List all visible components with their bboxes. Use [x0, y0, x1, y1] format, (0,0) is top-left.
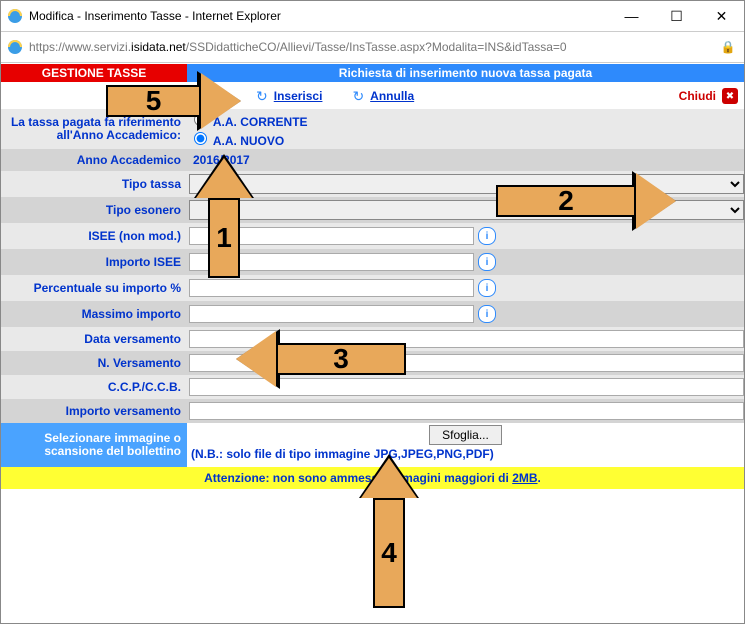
label-n-vers: N. Versamento [1, 356, 187, 370]
info-icon[interactable]: i [478, 227, 496, 245]
window-title: Modifica - Inserimento Tasse - Internet … [29, 9, 609, 23]
label-selezionare: Selezionare immagine o scansione del bol… [1, 423, 187, 467]
header-blue: Richiesta di inserimento nuova tassa pag… [187, 64, 744, 82]
ie-logo-icon [7, 8, 23, 24]
input-importo-isee[interactable] [189, 253, 474, 271]
label-tipo-tassa: Tipo tassa [1, 177, 187, 191]
lock-icon: 🔒 [718, 40, 738, 54]
warning-link[interactable]: 2MB [512, 471, 537, 485]
input-percentuale[interactable] [189, 279, 474, 297]
label-importo-isee: Importo ISEE [1, 255, 187, 269]
insert-icon: ↻ [256, 88, 268, 105]
input-ccp[interactable] [189, 378, 744, 396]
input-n-versamento[interactable] [189, 354, 744, 372]
info-icon[interactable]: i [478, 305, 496, 323]
label-tipo-esonero: Tipo esonero [1, 203, 187, 217]
url-text[interactable]: https://www.servizi.isidata.net/SSDidatt… [29, 40, 718, 54]
maximize-button[interactable]: ☐ [654, 2, 699, 30]
top-links: ↻ Inserisci ↻ Annulla Chiudi ✖ [1, 83, 744, 109]
input-data-versamento[interactable] [189, 330, 744, 348]
label-importo-vers: Importo versamento [1, 404, 187, 418]
label-percentuale: Percentuale su importo % [1, 281, 187, 295]
label-aa-ref: La tassa pagata fa riferimento all'Anno … [1, 116, 187, 142]
select-tipo-tassa[interactable] [189, 174, 744, 194]
warning-bar: Attenzione: non sono ammesse immagini ma… [1, 467, 744, 489]
inserisci-link[interactable]: Inserisci [274, 89, 323, 103]
cancel-icon: ↻ [352, 88, 364, 105]
info-icon[interactable]: i [478, 279, 496, 297]
label-massimo: Massimo importo [1, 307, 187, 321]
input-isee[interactable] [189, 227, 474, 245]
input-massimo[interactable] [189, 305, 474, 323]
label-anno-accademico: Anno Accademico [1, 153, 187, 167]
ie-small-icon [7, 39, 23, 55]
radio-aa-nuovo[interactable]: A.A. NUOVO [189, 129, 308, 148]
label-data-vers: Data versamento [1, 332, 187, 346]
sfoglia-button[interactable]: Sfoglia... [429, 425, 502, 445]
address-bar: https://www.servizi.isidata.net/SSDidatt… [1, 32, 744, 63]
info-icon[interactable]: i [478, 253, 496, 271]
anno-accademico-value: 2016/2017 [189, 153, 250, 167]
select-tipo-esonero[interactable] [189, 200, 744, 220]
header-strip: GESTIONE TASSE Richiesta di inserimento … [1, 63, 744, 83]
label-ccp: C.C.P./C.C.B. [1, 380, 187, 394]
chiudi-label[interactable]: Chiudi [679, 89, 716, 103]
radio-aa-corrente[interactable]: A.A. CORRENTE [189, 110, 308, 129]
annulla-link[interactable]: Annulla [370, 89, 414, 103]
input-importo-versamento[interactable] [189, 402, 744, 420]
close-window-button[interactable]: ✕ [699, 2, 744, 30]
titlebar: Modifica - Inserimento Tasse - Internet … [1, 1, 744, 32]
label-isee: ISEE (non mod.) [1, 229, 187, 243]
header-red: GESTIONE TASSE [1, 64, 187, 82]
minimize-button[interactable]: — [609, 2, 654, 30]
file-note: (N.B.: solo file di tipo immagine JPG,JP… [191, 447, 494, 461]
close-red-icon[interactable]: ✖ [722, 88, 738, 104]
